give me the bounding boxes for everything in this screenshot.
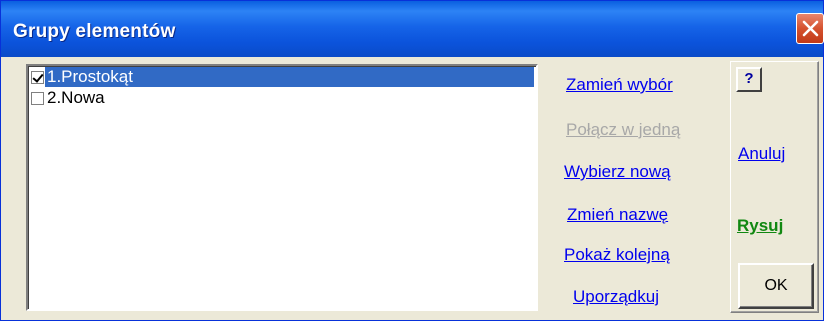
draw-link[interactable]: Rysuj xyxy=(737,216,783,236)
groups-list[interactable]: 1.Prostokąt 2.Nowa xyxy=(26,64,538,311)
close-button[interactable] xyxy=(796,13,824,44)
swap-selection-link[interactable]: Zamień wybór xyxy=(566,75,673,95)
list-item-label: 1.Prostokąt xyxy=(45,67,534,87)
merge-into-one-link: Połącz w jedną xyxy=(566,120,681,139)
checkbox-checked[interactable] xyxy=(31,70,44,84)
list-item[interactable]: 1.Prostokąt xyxy=(31,67,534,87)
title-bar[interactable]: Grupy elementów xyxy=(1,1,824,57)
window-title: Grupy elementów xyxy=(13,21,176,42)
show-next-link[interactable]: Pokaż kolejną xyxy=(564,245,670,265)
list-item[interactable]: 2.Nowa xyxy=(31,88,534,108)
sort-link[interactable]: Uporządkuj xyxy=(573,287,659,307)
checkbox-unchecked[interactable] xyxy=(31,91,44,105)
help-button[interactable]: ? xyxy=(736,67,762,92)
select-new-link[interactable]: Wybierz nową xyxy=(564,162,671,182)
cancel-link[interactable]: Anuluj xyxy=(738,144,785,164)
ok-button[interactable]: OK xyxy=(738,263,814,309)
dialog-window: Grupy elementów 1.Prostokąt 2.Nowa Zamie… xyxy=(0,0,824,321)
list-item-label: 2.Nowa xyxy=(47,88,105,107)
rename-link[interactable]: Zmień nazwę xyxy=(567,205,668,225)
close-icon xyxy=(802,20,819,37)
